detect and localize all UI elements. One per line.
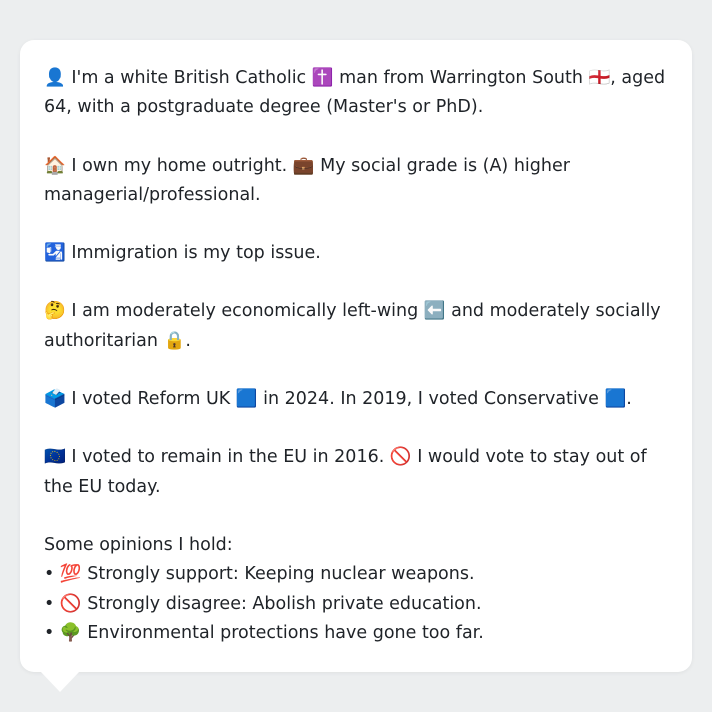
opinion-item: • 🌳 Environmental protections have gone … — [44, 622, 484, 643]
opinions-heading: Some opinions I hold: — [44, 534, 233, 555]
persona-message-bubble: 👤 I'm a white British Catholic ✝️ man fr… — [20, 40, 692, 672]
identity-paragraph: 👤 I'm a white British Catholic ✝️ man fr… — [44, 68, 671, 118]
ideology-paragraph: 🤔 I am moderately economically left-wing… — [44, 301, 667, 351]
top-issue-paragraph: 🛂 Immigration is my top issue. — [44, 243, 321, 264]
opinion-item: • 💯 Strongly support: Keeping nuclear we… — [44, 564, 475, 585]
votes-paragraph: 🗳️ I voted Reform UK 🟦 in 2024. In 2019,… — [44, 389, 632, 410]
bubble-tail — [40, 671, 80, 692]
opinions-list: Some opinions I hold: • 💯 Strongly suppo… — [44, 531, 668, 648]
eu-paragraph: 🇪🇺 I voted to remain in the EU in 2016. … — [44, 447, 653, 497]
opinion-item: • 🚫 Strongly disagree: Abolish private e… — [44, 593, 482, 614]
home-grade-paragraph: 🏠 I own my home outright. 💼 My social gr… — [44, 155, 576, 205]
